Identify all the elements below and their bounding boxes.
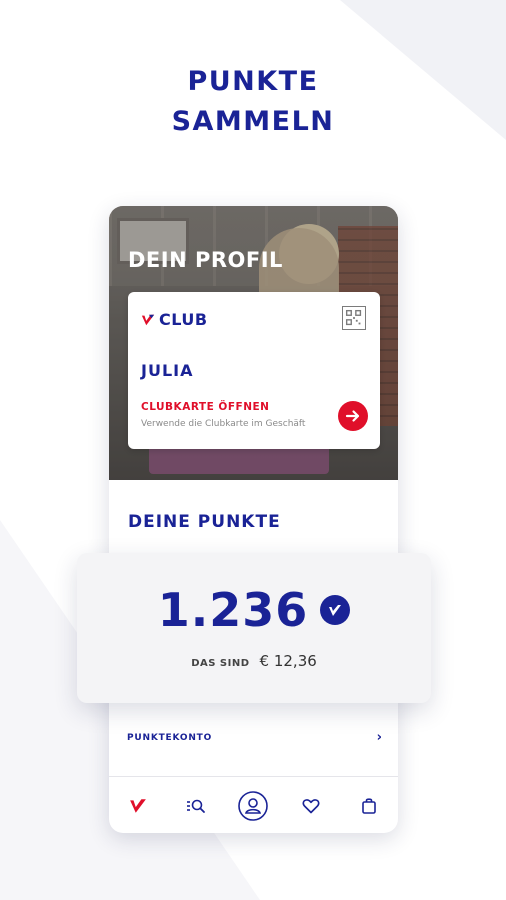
club-label: CLUB xyxy=(159,310,208,329)
tab-cart[interactable] xyxy=(352,789,386,823)
chevron-right-icon: › xyxy=(376,730,382,745)
profile-icon xyxy=(238,790,269,821)
points-section-title: DEINE PUNKTE xyxy=(128,512,281,532)
points-balance-card: 1.236 DAS SIND € 12,36 xyxy=(77,553,431,703)
arrow-right-icon xyxy=(345,410,360,422)
bottom-tab-bar xyxy=(109,776,398,833)
member-name: JULIA xyxy=(141,361,194,380)
points-equivalent-value: € 12,36 xyxy=(259,652,317,670)
points-account-label: PUNKTEKONTO xyxy=(127,733,213,743)
profile-title: DEIN PROFIL xyxy=(128,248,283,272)
shopping-bag-icon xyxy=(362,797,376,814)
points-balance-row: 1.236 xyxy=(77,583,431,637)
heart-icon xyxy=(302,798,320,813)
tab-profile[interactable] xyxy=(236,789,270,823)
headline-line-2: SAMMELN xyxy=(171,106,335,137)
club-card[interactable]: CLUB JULIA CLUBKARTE ÖFFNEN Verwende die… xyxy=(128,292,380,449)
open-clubcard-button[interactable] xyxy=(338,401,368,431)
points-account-link[interactable]: PUNKTEKONTO › xyxy=(109,727,398,751)
points-badge-icon xyxy=(320,595,351,625)
points-balance: 1.236 xyxy=(157,583,309,637)
phone-screen: DEIN PROFIL CLUB JULIA CLUBKARTE ÖFFNEN … xyxy=(109,206,398,833)
tab-search[interactable] xyxy=(179,789,213,823)
brand-logo-icon xyxy=(130,798,146,813)
open-clubcard-label[interactable]: CLUBKARTE ÖFFNEN xyxy=(141,401,269,413)
club-logo: CLUB xyxy=(141,310,208,329)
headline-line-1: PUNKTE xyxy=(187,66,319,97)
tab-favorites[interactable] xyxy=(294,789,328,823)
qr-code-icon[interactable] xyxy=(342,306,366,330)
search-list-icon xyxy=(186,799,205,813)
open-clubcard-hint: Verwende die Clubkarte im Geschäft xyxy=(141,419,306,429)
brand-logo-icon xyxy=(141,314,155,325)
points-equivalent-row: DAS SIND € 12,36 xyxy=(77,652,431,670)
points-equivalent-label: DAS SIND xyxy=(191,658,250,669)
tab-home[interactable] xyxy=(121,789,155,823)
page-headline: PUNKTE SAMMELN xyxy=(0,62,506,142)
